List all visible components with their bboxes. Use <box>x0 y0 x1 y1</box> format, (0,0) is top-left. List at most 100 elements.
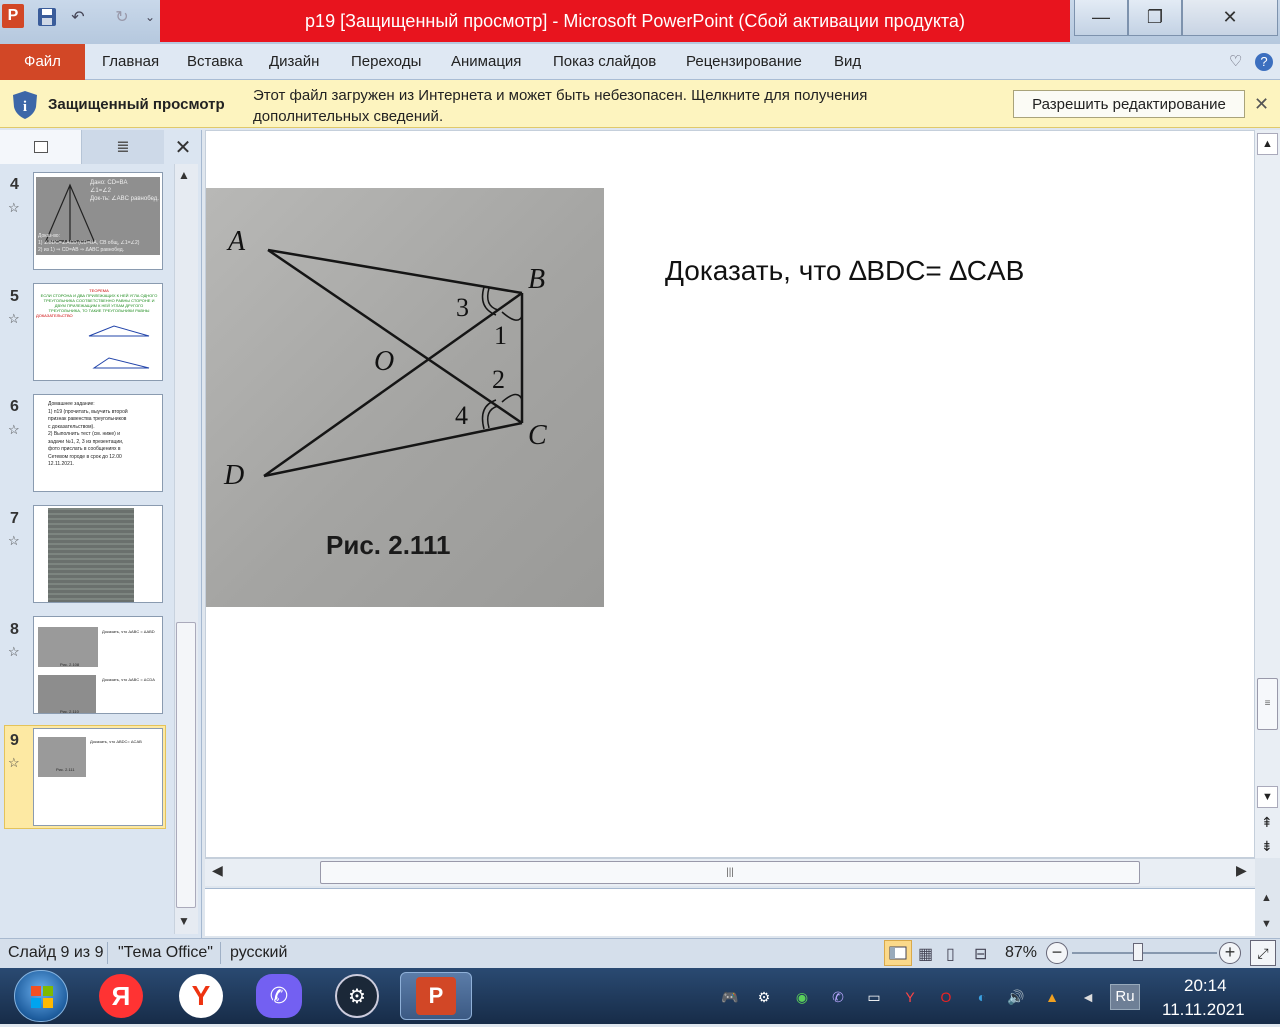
zoom-out-button[interactable]: − <box>1046 942 1068 964</box>
close-button[interactable]: ✕ <box>1182 0 1278 36</box>
tab-review[interactable]: Рецензирование <box>686 44 802 80</box>
tab-home[interactable]: Главная <box>102 44 159 80</box>
slide-number-7: 7 <box>10 510 19 527</box>
notes-scroll-down-icon[interactable]: ▼ <box>1261 918 1272 930</box>
speaker-muted-icon[interactable]: ◄ <box>1076 986 1100 1008</box>
yandex-icon[interactable]: Y <box>172 972 230 1020</box>
thumb8-line: Доказать, что ΔABC = ΔCDA <box>102 677 155 682</box>
zoom-slider-track[interactable] <box>1072 952 1217 954</box>
opera-icon[interactable]: O <box>934 986 958 1008</box>
transition-star-icon: ☆ <box>8 200 20 215</box>
tab-insert[interactable]: Вставка <box>187 44 243 80</box>
thumb6-line: Сетевом городе в срок до 12.00 <box>48 453 122 460</box>
notes-scroll-up-icon[interactable]: ▲ <box>1261 892 1272 904</box>
clock-time[interactable]: 20:14 <box>1184 976 1227 996</box>
slide-thumbnail-8[interactable]: Доказать, что ΔABC = ΔABD Доказать, что … <box>33 616 163 714</box>
notes-pane[interactable] <box>205 888 1255 936</box>
tab-design[interactable]: Дизайн <box>269 44 319 80</box>
scroll-down-icon[interactable]: ▼ <box>1257 786 1278 808</box>
close-panel-icon[interactable]: ✕ <box>166 130 200 164</box>
enable-editing-button[interactable]: Разрешить редактирование <box>1013 90 1245 118</box>
slides-tab-icon <box>33 141 48 153</box>
minimize-button[interactable]: — <box>1074 0 1128 36</box>
viber-icon[interactable]: ✆ <box>250 972 308 1020</box>
slide-thumbnail-6[interactable]: Домашнее задание: 1) п19 (прочитать, выу… <box>33 394 163 492</box>
steam-icon[interactable]: ⚙ <box>328 972 386 1020</box>
redo-icon[interactable]: ↻ <box>110 6 134 28</box>
slide-counter: Слайд 9 из 9 <box>8 944 104 961</box>
normal-view-button[interactable] <box>884 940 912 966</box>
display-icon[interactable]: ▭ <box>862 986 886 1008</box>
next-slide-icon[interactable]: ⇟ <box>1261 838 1273 855</box>
minimize-ribbon-icon[interactable]: ♡ <box>1229 44 1242 80</box>
tab-slides[interactable] <box>0 130 82 164</box>
transition-star-icon: ☆ <box>8 422 20 437</box>
transition-star-icon: ☆ <box>8 644 20 659</box>
transition-star-icon: ☆ <box>8 533 20 548</box>
yandex-browser-icon[interactable]: Я <box>92 972 150 1020</box>
scroll-up-icon[interactable]: ▲ <box>178 168 190 182</box>
slide-thumbnail-4[interactable]: Дано: CD=BA ∠1=∠2 Док-ть: ∠ABC равнобед. Д… <box>33 172 163 270</box>
scroll-up-icon[interactable]: ▲ <box>1257 133 1278 155</box>
theme-name[interactable]: "Тема Office" <box>118 944 213 962</box>
zoom-slider-thumb[interactable] <box>1132 943 1143 961</box>
slide-thumbnail-7[interactable] <box>33 505 163 603</box>
thumb6-line: 2) Выполнить тест (см. ниже) и <box>48 431 120 437</box>
thumb6-line: Домашнее задание: <box>48 401 95 407</box>
steam-tray-icon[interactable]: ⚙ <box>752 986 776 1008</box>
app-tray-icon[interactable]: ◐ <box>970 986 994 1008</box>
scroll-right-icon[interactable]: ▶ <box>1236 862 1247 879</box>
tab-view[interactable]: Вид <box>834 44 861 80</box>
slide-sorter-view-icon[interactable]: ▦ <box>918 944 933 964</box>
zoom-in-button[interactable]: + <box>1219 942 1241 964</box>
slideshow-view-icon[interactable]: ⊟ <box>974 944 987 964</box>
tab-slideshow[interactable]: Показ слайдов <box>553 44 656 80</box>
thumb4-line: Доказ-во: <box>38 233 60 239</box>
transition-star-icon: ☆ <box>8 311 20 326</box>
tab-file[interactable]: Файл <box>0 44 85 80</box>
label-a: A <box>226 226 246 257</box>
language-indicator[interactable]: русский <box>230 944 287 962</box>
clock-date[interactable]: 11.11.2021 <box>1162 1000 1245 1020</box>
thumb6-line: с доказательством). <box>48 423 95 430</box>
notification-icon[interactable]: ▲ <box>1040 986 1064 1008</box>
language-bar[interactable]: Ru <box>1110 984 1140 1010</box>
scroll-left-icon[interactable]: ◀ <box>212 862 223 879</box>
help-icon[interactable]: ? <box>1255 53 1273 71</box>
powerpoint-app-icon[interactable]: P <box>2 4 24 28</box>
network-globe-icon[interactable]: ◉ <box>790 986 814 1008</box>
fit-to-window-icon[interactable]: ⤢ <box>1250 940 1276 966</box>
geometry-figure-image: A B C D O 3 1 2 4 Рис. 2.111 <box>206 188 604 607</box>
tab-outline[interactable]: ≣ <box>82 130 164 164</box>
slide-heading[interactable]: Доказать, что ∆BDC= ∆CAB <box>665 255 1024 287</box>
reading-view-icon[interactable]: ▯ <box>946 944 955 964</box>
close-message-bar-icon[interactable]: ✕ <box>1254 94 1269 115</box>
window-title: p19 [Защищенный просмотр] - Microsoft Po… <box>160 0 1070 42</box>
slide-scrollbar[interactable] <box>1255 130 1280 858</box>
tab-transitions[interactable]: Переходы <box>351 44 421 80</box>
zoom-level[interactable]: 87% <box>1005 944 1037 962</box>
horizontal-scroll-thumb[interactable]: ||| <box>320 861 1140 884</box>
yandex-tray-icon[interactable]: Y <box>898 986 922 1008</box>
start-button[interactable] <box>14 970 68 1022</box>
thumb8-line: Доказать, что ΔABC = ΔABD <box>102 629 155 634</box>
scroll-down-icon[interactable]: ▼ <box>178 914 190 928</box>
save-icon[interactable] <box>34 6 60 28</box>
thumb6-line: задачи №1, 2, 3 из презентации, <box>48 438 124 445</box>
slide-thumbnail-5[interactable]: ТЕОРЕМА ЕСЛИ СТОРОНА И ДВА ПРИЛЕЖАЩИХ К … <box>33 283 163 381</box>
panel-scroll-thumb[interactable] <box>176 622 196 908</box>
viber-tray-icon[interactable]: ✆ <box>826 986 850 1008</box>
undo-icon[interactable]: ↶ <box>66 6 90 28</box>
slide-thumbnail-9[interactable]: Доказать, что ΔBDC= ΔCAB Рис. 2.111 <box>33 728 163 826</box>
thumb4-line: 2) из 1) ⇒ CD=AB ⇒ ΔABC равнобед. <box>38 247 125 253</box>
volume-icon[interactable]: 🔊 <box>1004 986 1028 1008</box>
previous-slide-icon[interactable]: ⇞ <box>1261 814 1273 831</box>
customize-qat-icon[interactable]: ⌄ <box>142 6 158 28</box>
slide-number-4: 4 <box>10 176 19 193</box>
slide-scroll-thumb[interactable]: ≡ <box>1257 678 1278 730</box>
powerpoint-taskbar-icon[interactable]: P <box>400 972 472 1020</box>
protected-view-message[interactable]: Этот файл загружен из Интернета и может … <box>253 85 943 127</box>
tab-animations[interactable]: Анимация <box>451 44 521 80</box>
restore-button[interactable]: ❐ <box>1128 0 1182 36</box>
gamepad-icon[interactable]: 🎮 <box>718 986 742 1008</box>
